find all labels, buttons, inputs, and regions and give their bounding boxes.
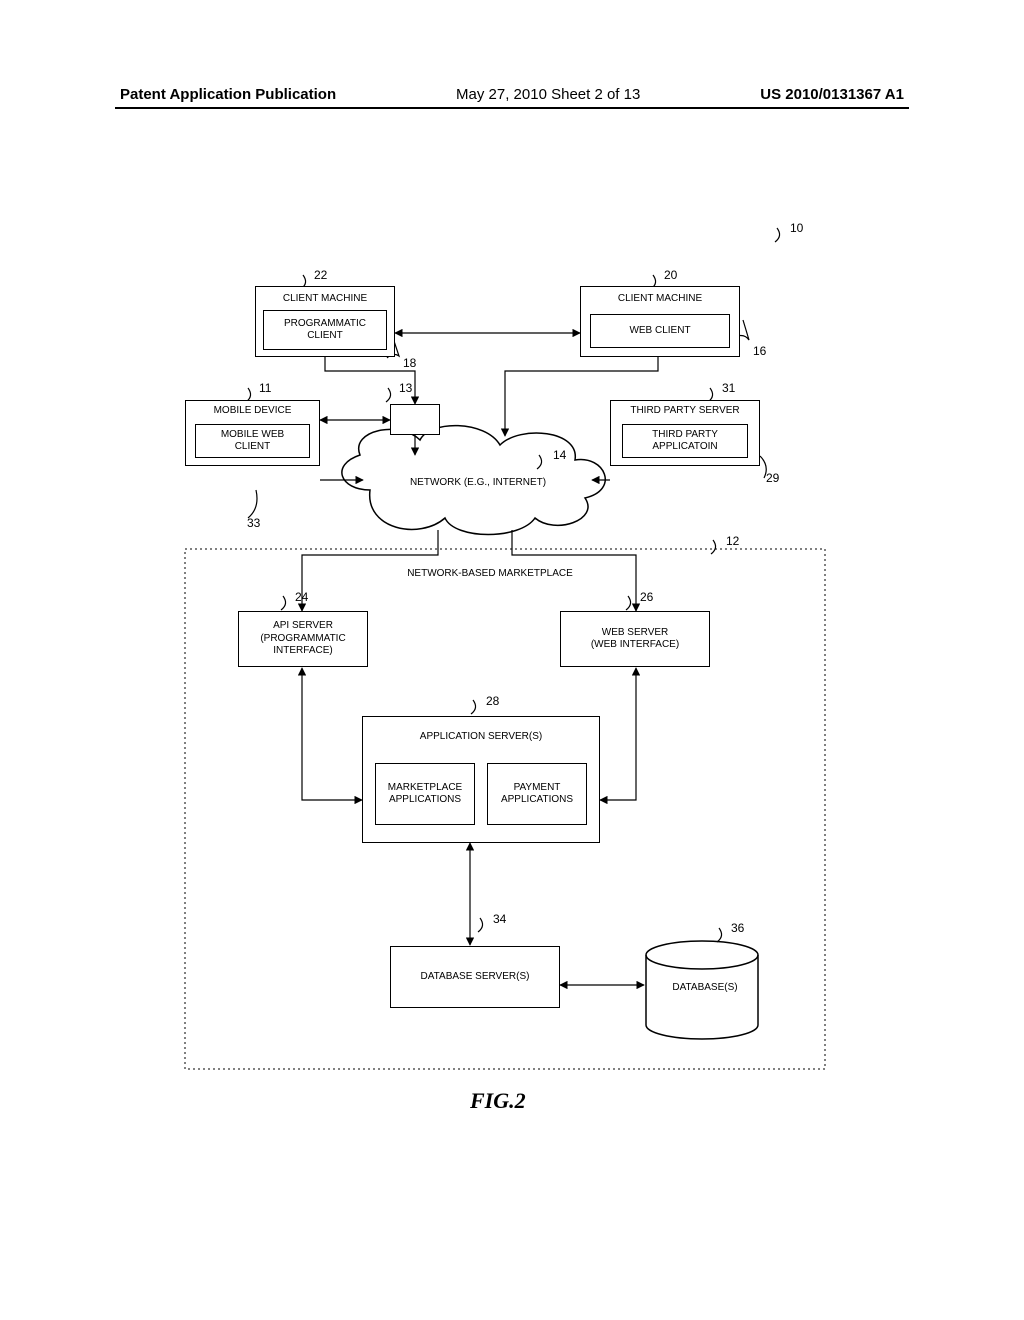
- ref-34: 34: [493, 912, 506, 926]
- header-center: May 27, 2010 Sheet 2 of 13: [456, 86, 640, 103]
- web-client-box: WEB CLIENT: [590, 314, 730, 348]
- ref-33: 33: [247, 516, 260, 530]
- ref-22: 22: [314, 268, 327, 282]
- api-server-box: API SERVER (PROGRAMMATIC INTERFACE): [238, 611, 368, 667]
- marketplace-applications-label: MARKETPLACE APPLICATIONS: [388, 782, 462, 807]
- diagram-svg: [0, 0, 1024, 1320]
- ref-29: 29: [766, 471, 779, 485]
- payment-applications-box: PAYMENT APPLICATIONS: [487, 763, 587, 825]
- ref-14: 14: [553, 448, 566, 462]
- ref-11: 11: [259, 381, 271, 395]
- ref-20: 20: [664, 268, 677, 282]
- databases-label: DATABASE(S): [660, 982, 750, 993]
- payment-applications-label: PAYMENT APPLICATIONS: [501, 782, 573, 807]
- web-server-box: WEB SERVER (WEB INTERFACE): [560, 611, 710, 667]
- network-marketplace-title: NETWORK-BASED MARKETPLACE: [380, 568, 600, 579]
- ref-12: 12: [726, 534, 739, 548]
- programmatic-client-box: PROGRAMMATIC CLIENT: [263, 310, 387, 350]
- database-servers-box: DATABASE SERVER(S): [390, 946, 560, 1008]
- application-servers-title: APPLICATION SERVER(S): [420, 731, 542, 744]
- page-header: Patent Application Publication May 27, 2…: [0, 86, 1024, 109]
- web-server-label: WEB SERVER (WEB INTERFACE): [591, 627, 679, 652]
- header-right: US 2010/0131367 A1: [760, 86, 904, 103]
- mobile-web-client-box: MOBILE WEB CLIENT: [195, 424, 310, 458]
- ref-36: 36: [731, 921, 744, 935]
- api-server-label: API SERVER (PROGRAMMATIC INTERFACE): [260, 620, 345, 658]
- ref-13: 13: [399, 381, 412, 395]
- third-party-application-label: THIRD PARTY APPLICATOIN: [652, 429, 718, 454]
- gateway-box: [390, 404, 440, 435]
- mobile-web-client-label: MOBILE WEB CLIENT: [221, 429, 284, 454]
- ref-28: 28: [486, 694, 499, 708]
- client-machine-right-label: CLIENT MACHINE: [618, 293, 702, 306]
- network-cloud-label: NETWORK (E.G., INTERNET): [398, 477, 558, 488]
- ref-31: 31: [722, 381, 735, 395]
- page: Patent Application Publication May 27, 2…: [0, 0, 1024, 1320]
- third-party-server-label: THIRD PARTY SERVER: [630, 405, 739, 418]
- client-machine-left-label: CLIENT MACHINE: [283, 293, 367, 306]
- database-servers-label: DATABASE SERVER(S): [421, 971, 530, 984]
- header-rule: [115, 107, 909, 109]
- web-client-label: WEB CLIENT: [629, 325, 690, 338]
- header-left: Patent Application Publication: [120, 86, 336, 103]
- ref-18: 18: [403, 356, 416, 370]
- third-party-application-box: THIRD PARTY APPLICATOIN: [622, 424, 748, 458]
- mobile-device-label: MOBILE DEVICE: [214, 405, 292, 418]
- programmatic-client-label: PROGRAMMATIC CLIENT: [284, 318, 366, 343]
- ref-10: 10: [790, 221, 803, 235]
- ref-16: 16: [753, 344, 766, 358]
- marketplace-applications-box: MARKETPLACE APPLICATIONS: [375, 763, 475, 825]
- ref-26: 26: [640, 590, 653, 604]
- figure-caption: FIG.2: [470, 1088, 526, 1114]
- ref-24: 24: [295, 590, 308, 604]
